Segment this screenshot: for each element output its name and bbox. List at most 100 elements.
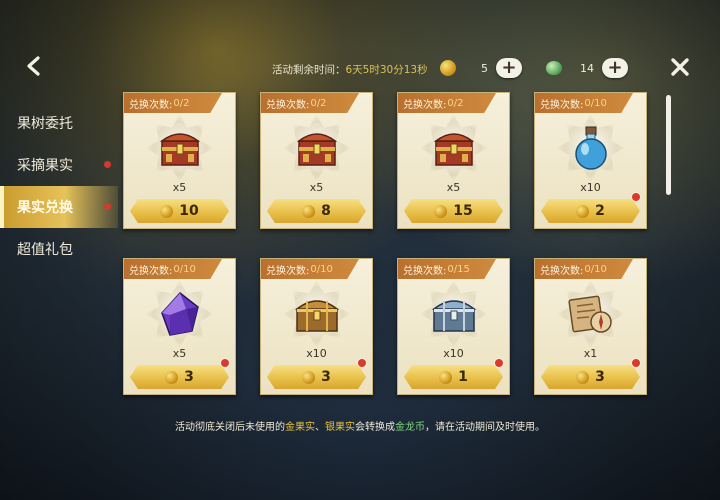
purple-crystal-icon bbox=[152, 286, 208, 342]
notification-dot bbox=[632, 193, 640, 201]
exchange-price-button[interactable]: 3 bbox=[130, 365, 229, 389]
sidebar-item-label: 采摘果实 bbox=[17, 158, 73, 174]
exchange-price-button[interactable]: 15 bbox=[404, 199, 503, 223]
exchange-price-button[interactable]: 3 bbox=[541, 365, 640, 389]
item-quantity: x5 bbox=[172, 347, 187, 360]
event-timer: 活动剩余时间： 6天5时30分13秒 bbox=[272, 59, 428, 79]
notice-silver-fruit: 银果实 bbox=[325, 422, 355, 433]
golden-chest-icon bbox=[289, 286, 345, 342]
gold-fruit-currency: 5 + bbox=[440, 56, 522, 80]
exchange-price-button[interactable]: 3 bbox=[267, 365, 366, 389]
item-quantity: x10 bbox=[443, 347, 464, 360]
exchange-count-value: 0/10 bbox=[173, 263, 196, 275]
add-gold-fruit-button[interactable]: + bbox=[496, 58, 522, 78]
scrollbar[interactable] bbox=[666, 95, 671, 195]
timer-label: 活动剩余时间： bbox=[272, 63, 346, 76]
silver-fruit-amount: 14 bbox=[580, 61, 594, 75]
exchange-price-button[interactable]: 10 bbox=[130, 199, 229, 223]
exchange-count-value: 0/2 bbox=[310, 97, 327, 109]
gold-fruit-icon bbox=[576, 204, 590, 218]
exchange-count-tab: 兑换次数: 0/15 bbox=[398, 259, 496, 279]
item-quantity: x10 bbox=[580, 181, 601, 194]
price-value: 8 bbox=[321, 203, 331, 219]
exchange-item-card[interactable]: 兑换次数: 0/2 x5 15 bbox=[397, 92, 510, 229]
exchange-count-value: 0/2 bbox=[447, 97, 464, 109]
close-x-icon bbox=[671, 58, 689, 76]
red-treasure-chest-icon bbox=[152, 120, 208, 176]
exchange-count-label: 兑换次数: bbox=[129, 99, 173, 111]
exchange-count-value: 0/2 bbox=[173, 97, 190, 109]
sidebar: 果树委托 采摘果实 果实兑换 超值礼包 bbox=[0, 102, 118, 270]
gold-fruit-icon bbox=[302, 370, 316, 384]
sidebar-item-pick-fruit[interactable]: 采摘果实 bbox=[0, 144, 118, 186]
exchange-count-value: 0/15 bbox=[447, 263, 470, 275]
exchange-count-tab: 兑换次数: 0/2 bbox=[261, 93, 359, 113]
exchange-item-card[interactable]: 兑换次数: 0/2 x5 8 bbox=[260, 92, 373, 229]
notification-dot bbox=[632, 359, 640, 367]
sidebar-item-label: 果树委托 bbox=[17, 116, 73, 132]
item-quantity: x5 bbox=[309, 181, 324, 194]
notification-dot bbox=[221, 359, 229, 367]
exchange-count-tab: 兑换次数: 0/2 bbox=[398, 93, 496, 113]
exchange-grid: 兑换次数: 0/2 x5 10 兑换次数: 0/2 x5 8 兑换次数: 0/2… bbox=[123, 92, 653, 395]
price-value: 3 bbox=[184, 369, 194, 385]
sidebar-item-fruit-exchange[interactable]: 果实兑换 bbox=[0, 186, 118, 228]
exchange-count-label: 兑换次数: bbox=[266, 99, 310, 111]
silver-fruit-icon bbox=[546, 61, 562, 75]
map-compass-icon bbox=[563, 286, 619, 342]
gold-fruit-amount: 5 bbox=[481, 61, 488, 75]
exchange-item-card[interactable]: 兑换次数: 0/10 x10 2 bbox=[534, 92, 647, 229]
timer-value: 6天5时30分13秒 bbox=[345, 63, 428, 76]
notification-dot bbox=[104, 161, 111, 168]
exchange-count-label: 兑换次数: bbox=[403, 265, 447, 277]
price-value: 2 bbox=[595, 203, 605, 219]
notice-gold-dragon-coin: 金龙币 bbox=[395, 422, 425, 433]
sidebar-item-label: 果实兑换 bbox=[17, 200, 73, 216]
exchange-price-button[interactable]: 2 bbox=[541, 199, 640, 223]
notice-text-1: 活动彻底关闭后未使用的 bbox=[175, 422, 285, 433]
exchange-count-label: 兑换次数: bbox=[266, 265, 310, 277]
exchange-item-card[interactable]: 兑换次数: 0/15 x10 1 bbox=[397, 258, 510, 395]
price-value: 3 bbox=[595, 369, 605, 385]
notice-gold-fruit: 金果实 bbox=[285, 422, 315, 433]
blue-potion-icon bbox=[563, 120, 619, 176]
gold-fruit-icon bbox=[160, 204, 174, 218]
notice-text-3: ，请在活动期间及时使用。 bbox=[425, 422, 545, 433]
add-silver-fruit-button[interactable]: + bbox=[602, 58, 628, 78]
exchange-count-label: 兑换次数: bbox=[129, 265, 173, 277]
close-button[interactable] bbox=[666, 53, 694, 81]
exchange-count-tab: 兑换次数: 0/10 bbox=[535, 93, 633, 113]
gold-fruit-icon bbox=[439, 370, 453, 384]
exchange-count-value: 0/10 bbox=[584, 97, 607, 109]
silver-fruit-currency: 14 + bbox=[546, 56, 628, 80]
sidebar-item-tree-tasks[interactable]: 果树委托 bbox=[0, 102, 118, 144]
gold-fruit-icon bbox=[165, 370, 179, 384]
exchange-price-button[interactable]: 8 bbox=[267, 199, 366, 223]
item-quantity: x5 bbox=[446, 181, 461, 194]
gold-fruit-icon bbox=[434, 204, 448, 218]
exchange-item-card[interactable]: 兑换次数: 0/10 x1 3 bbox=[534, 258, 647, 395]
exchange-item-card[interactable]: 兑换次数: 0/10 x10 3 bbox=[260, 258, 373, 395]
notification-dot bbox=[495, 359, 503, 367]
gold-fruit-icon bbox=[302, 204, 316, 218]
gold-fruit-icon bbox=[576, 370, 590, 384]
item-quantity: x5 bbox=[172, 181, 187, 194]
exchange-count-label: 兑换次数: bbox=[540, 99, 584, 111]
back-button[interactable] bbox=[20, 52, 48, 80]
sidebar-item-value-pack[interactable]: 超值礼包 bbox=[0, 228, 118, 270]
exchange-count-tab: 兑换次数: 0/10 bbox=[124, 259, 222, 279]
red-treasure-chest-icon bbox=[289, 120, 345, 176]
notification-dot bbox=[358, 359, 366, 367]
exchange-count-label: 兑换次数: bbox=[540, 265, 584, 277]
price-value: 1 bbox=[458, 369, 468, 385]
exchange-count-label: 兑换次数: bbox=[403, 99, 447, 111]
exchange-price-button[interactable]: 1 bbox=[404, 365, 503, 389]
exchange-count-tab: 兑换次数: 0/2 bbox=[124, 93, 222, 113]
exchange-item-card[interactable]: 兑换次数: 0/10 x5 3 bbox=[123, 258, 236, 395]
item-quantity: x10 bbox=[306, 347, 327, 360]
exchange-count-tab: 兑换次数: 0/10 bbox=[261, 259, 359, 279]
exchange-count-tab: 兑换次数: 0/10 bbox=[535, 259, 633, 279]
exchange-item-card[interactable]: 兑换次数: 0/2 x5 10 bbox=[123, 92, 236, 229]
notice-text-2: 会转换成 bbox=[355, 422, 395, 433]
exchange-count-value: 0/10 bbox=[584, 263, 607, 275]
